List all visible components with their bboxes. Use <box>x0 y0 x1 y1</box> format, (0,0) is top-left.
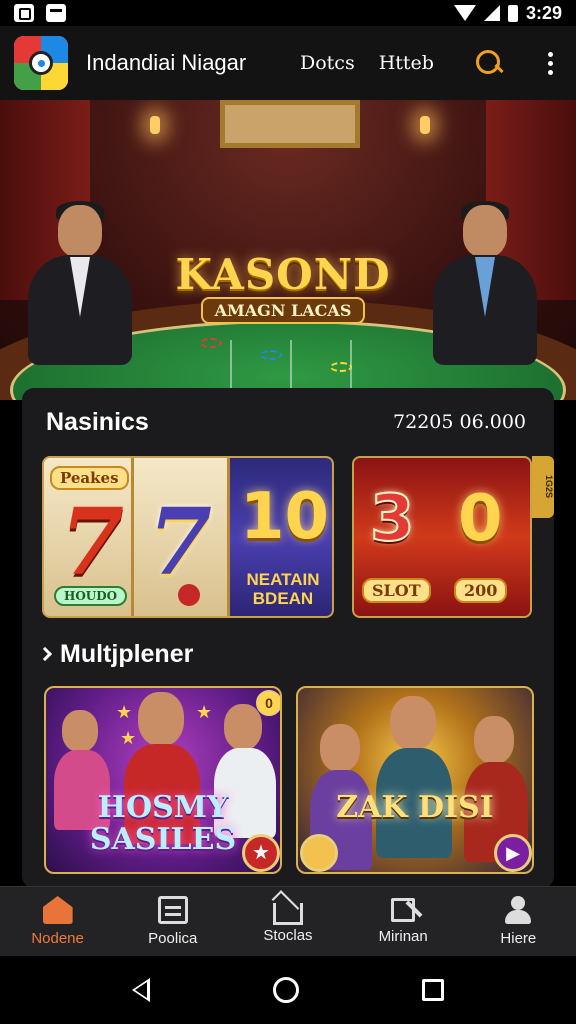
slot-game-card[interactable]: 3 0 SLOT 200 <box>352 456 532 618</box>
signal-icon <box>483 5 500 21</box>
poker-chip <box>200 338 222 348</box>
search-icon[interactable] <box>474 48 504 78</box>
sword-icon <box>300 834 338 872</box>
rose-icon <box>178 584 200 606</box>
nav-label: Mirinan <box>378 928 428 945</box>
reel-label: NEATAIN BDEAN <box>246 570 320 608</box>
nav-label: Stoclas <box>263 927 313 944</box>
section-title[interactable]: Nasinics <box>46 408 149 437</box>
system-navigation <box>0 956 576 1024</box>
wall-lamp <box>420 116 430 134</box>
hero-logo-subtitle: AMAGN LACAS <box>200 297 366 324</box>
box-icon <box>157 896 188 924</box>
slot-game-card[interactable]: Peakes 7 HOUDO 7 10 NEATAIN BDEAN <box>42 456 334 618</box>
corner-badge: 0 <box>256 690 280 716</box>
player-left <box>20 201 140 365</box>
home-circle-icon[interactable] <box>272 977 299 1003</box>
home-icon <box>42 896 73 924</box>
battery-icon <box>507 4 518 22</box>
slot-badge: SLOT <box>362 578 431 603</box>
star-icon[interactable]: ★ <box>242 834 280 872</box>
user-icon <box>503 896 533 924</box>
nav-item-mirinan[interactable]: Mirinan <box>348 898 458 945</box>
header-link-1[interactable]: Dotcs <box>300 52 355 74</box>
star-icon: ★ <box>116 702 133 722</box>
status-bar: 3:29 <box>0 0 576 26</box>
app-title: Indandiai Niagar <box>86 50 247 75</box>
nav-label: Poolica <box>148 930 198 947</box>
nav-item-stocks[interactable]: Stoclas <box>233 899 343 944</box>
reel-symbol: 7 <box>60 488 125 596</box>
recents-icon[interactable] <box>422 979 445 1001</box>
header-link-2[interactable]: Htteb <box>379 52 434 74</box>
app-bar: Indandiai Niagar Dotcs Htteb <box>0 26 576 100</box>
star-icon: ★ <box>196 702 213 722</box>
more-vert-icon[interactable] <box>547 51 554 75</box>
multiplayer-game-card[interactable]: ★ ★ ★ 0 HOSMY SASILES ★ <box>44 686 282 874</box>
edit-icon <box>391 898 416 922</box>
slot-badge: 200 <box>454 578 508 603</box>
wifi-icon <box>453 5 476 21</box>
game-title: ZAK DISI <box>336 790 494 825</box>
section-header-slots: Nasinics 72205 06.000 <box>46 404 526 440</box>
reel-number: 10 <box>240 480 330 554</box>
nav-label: Hiere <box>500 930 537 947</box>
nav-item-home[interactable]: Nodene <box>3 896 113 947</box>
multiplayer-game-card[interactable]: ZAK DISI ▶ <box>296 686 534 874</box>
section-header-multiplayer[interactable]: Multjplener <box>37 638 194 670</box>
hero-banner[interactable]: KASOND AMAGN LACAS <box>0 100 576 400</box>
nav-item-profile[interactable]: Hiere <box>463 896 573 947</box>
app-logo[interactable] <box>14 36 68 90</box>
player-right <box>425 201 545 365</box>
section-meta: 72205 06.000 <box>393 411 526 433</box>
nav-label: Nodene <box>31 930 84 947</box>
hero-logo: KASOND AMAGN LACAS <box>170 250 396 324</box>
wall-lamp <box>150 116 160 134</box>
image-icon <box>46 4 66 22</box>
slot-reel: 7 <box>134 458 230 616</box>
side-tag[interactable]: 1G2S <box>532 456 554 518</box>
chevron-right-icon <box>37 646 53 662</box>
poker-chip <box>330 362 352 372</box>
slot-reel: 10 NEATAIN BDEAN <box>230 458 332 616</box>
reel-badge: HOUDO <box>54 586 128 606</box>
slot-badge: Peakes <box>50 466 129 490</box>
poker-chip <box>260 350 282 360</box>
nav-item-policy[interactable]: Poolica <box>118 896 228 947</box>
play-icon[interactable]: ▶ <box>494 834 532 872</box>
bottom-navigation: Nodene Poolica Stoclas Mirinan Hiere <box>0 886 576 956</box>
back-icon[interactable] <box>131 978 150 1002</box>
notification-icon <box>14 4 34 22</box>
wall-painting <box>220 100 360 148</box>
star-icon: ★ <box>120 728 137 748</box>
reel-number: 3 <box>369 481 416 557</box>
slot-reel: Peakes 7 HOUDO <box>44 458 134 616</box>
reel-number: 0 <box>458 482 503 556</box>
section-title: Multjplener <box>60 639 194 668</box>
reel-symbol: 7 <box>148 488 213 596</box>
status-time: 3:29 <box>525 2 562 23</box>
hero-logo-title: KASOND <box>175 250 391 299</box>
house-icon <box>272 903 303 925</box>
